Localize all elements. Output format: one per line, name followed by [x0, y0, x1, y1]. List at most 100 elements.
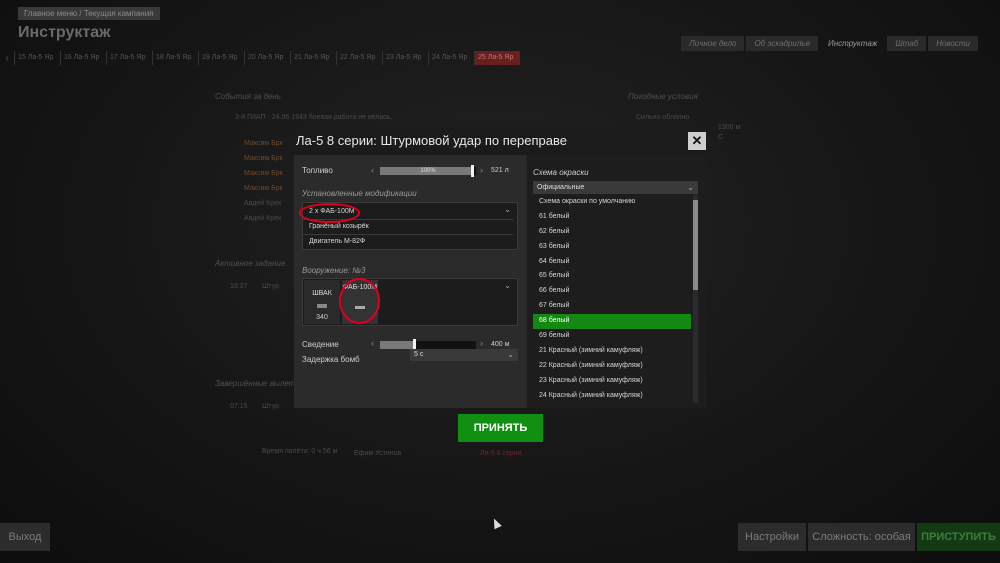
chevron-down-icon[interactable]: ⌄ [504, 281, 511, 290]
convergence-decrease-icon[interactable]: ‹ [371, 338, 374, 348]
bomb-delay-select[interactable]: 5 с ⌄ [410, 349, 518, 361]
scheme-category-value: Официальные [537, 184, 585, 191]
scheme-item[interactable]: 69 белый [533, 329, 691, 344]
mods-heading: Установленные модификации [302, 189, 417, 198]
scheme-item[interactable]: 65 белый [533, 269, 691, 284]
chevron-down-icon: ⌄ [507, 350, 514, 359]
active-task-heading: Активное задание [215, 259, 286, 268]
pilot-entry: Максим Брк [244, 155, 283, 162]
weather-value: 1300 м [718, 124, 741, 131]
tab-news[interactable]: Новости [928, 36, 978, 51]
mod-item[interactable]: Двигатель М-82Ф [309, 238, 365, 245]
timeline-item[interactable]: 15 Ла-5 Яр [14, 51, 60, 65]
highlight-circle [299, 203, 360, 223]
convergence-value: 400 м [491, 341, 510, 348]
timeline-item[interactable]: 24 Ла-5 Яр [428, 51, 474, 65]
armament-heading: Вооружение: №3 [302, 266, 366, 275]
loadout-pane: Топливо ‹ 100% › 521 л Установленные мод… [294, 155, 526, 408]
weather-text: Сильно облачно [636, 114, 690, 121]
timeline-item[interactable]: 22 Ла-5 Яр [336, 51, 382, 65]
page-title: Инструктаж [18, 24, 111, 41]
scheme-item[interactable]: 66 белый [533, 284, 691, 299]
fuel-slider-handle[interactable] [471, 165, 475, 177]
convergence-slider-fill [380, 341, 415, 349]
active-task-text: Штур [262, 283, 280, 290]
tab-squadron[interactable]: Об эскадрилье [746, 36, 819, 51]
timeline-item[interactable]: 19 Ла-5 Яр [198, 51, 244, 65]
scheme-item[interactable]: 23 Красный (зимний камуфляж) [533, 374, 691, 389]
pilot-entry: Авдей Крек [244, 215, 282, 222]
scheme-item[interactable]: 22 Красный (зимний камуфляж) [533, 359, 691, 374]
cannon-icon [317, 304, 327, 308]
timeline-item[interactable]: 20 Ла-5 Яр [244, 51, 290, 65]
scrollbar-thumb[interactable] [693, 200, 698, 290]
mod-item[interactable]: Гранёный козырёк [309, 223, 369, 230]
fuel-value: 521 л [491, 167, 509, 174]
start-button[interactable]: ПРИСТУПИТЬ [917, 523, 1000, 551]
scheme-item[interactable]: 68 белый [533, 314, 691, 330]
weather-heading: Погодные условия [628, 92, 698, 101]
pilot-entry: Максим Брк [244, 140, 283, 147]
completed-text: Штур [262, 403, 280, 410]
tab-briefing[interactable]: Инструктаж [820, 36, 885, 51]
weapon-slot[interactable]: ШВАК 340 [304, 280, 340, 324]
chevron-down-icon: ⌄ [687, 183, 694, 192]
active-task-time: 18:27 [230, 283, 248, 290]
event-text: 3-й ГИАП - 24.06.1943 боевая работа не в… [235, 114, 393, 121]
timeline-item[interactable]: 16 Ла-5 Яр [60, 51, 106, 65]
convergence-increase-icon[interactable]: › [480, 338, 483, 348]
difficulty-button[interactable]: Сложность: особая [808, 523, 915, 551]
scheme-heading: Схема окраски [533, 168, 589, 177]
highlight-circle [339, 278, 380, 324]
scheme-item[interactable]: 67 белый [533, 299, 691, 314]
timeline-item[interactable]: 23 Ла-5 Яр [382, 51, 428, 65]
scheme-item[interactable]: Схема окраски по умолчанию [533, 195, 691, 210]
convergence-slider[interactable] [380, 339, 476, 351]
exit-button[interactable]: Выход [0, 523, 50, 551]
tab-personal[interactable]: Личное дело [681, 36, 745, 51]
scheme-item[interactable]: 24 Красный (зимний камуфляж) [533, 389, 691, 403]
bomb-delay-value: 5 с [414, 351, 424, 358]
timeline-item-current[interactable]: 25 Ла-5 Яр [474, 51, 520, 65]
mission-timeline: ‹ 15 Ла-5 Яр 16 Ла-5 Яр 17 Ла-5 Яр 18 Ла… [0, 50, 1000, 66]
tab-hq[interactable]: Штаб [887, 36, 927, 51]
modal-header: Ла-5 8 серии: Штурмовой удар по переправ… [294, 127, 706, 155]
modal-title: Ла-5 8 серии: Штурмовой удар по переправ… [296, 133, 567, 148]
pilot-entry: Максим Брк [244, 170, 283, 177]
events-heading: События за день [215, 92, 282, 101]
pilot-entry: Авдей Крек [244, 200, 282, 207]
scheme-scrollbar[interactable] [693, 195, 698, 403]
weather-value: С [718, 134, 724, 141]
breadcrumb[interactable]: Главное меню / Текущая кампания [18, 7, 160, 20]
scheme-item[interactable]: 62 белый [533, 225, 691, 240]
fuel-percent: 100% [420, 168, 436, 174]
scheme-item[interactable]: 61 белый [533, 210, 691, 225]
fuel-decrease-icon[interactable]: ‹ [371, 165, 374, 175]
convergence-label: Сведение [302, 340, 339, 349]
fuel-slider[interactable]: 100% [380, 165, 476, 177]
close-icon[interactable]: ✕ [688, 132, 706, 150]
timeline-item[interactable]: 18 Ла-5 Яр [152, 51, 198, 65]
completed-heading: Завершённые вылеты [215, 379, 302, 388]
pilot-entry: Максим Брк [244, 185, 283, 192]
scheme-category-select[interactable]: Официальные ⌄ [533, 181, 698, 194]
flight-time: Время полёта: 0 ч 56 м [262, 448, 338, 455]
scheme-item[interactable]: 21 Красный (зимний камуфляж) [533, 344, 691, 359]
fuel-increase-icon[interactable]: › [480, 165, 483, 175]
scheme-item[interactable]: 63 белый [533, 240, 691, 255]
weapon-count: 340 [316, 314, 328, 321]
weapon-name: ШВАК [312, 290, 332, 297]
divider [303, 234, 513, 235]
paint-scheme-pane: Схема окраски Официальные ⌄ Схема окраск… [527, 155, 706, 408]
scheme-item[interactable]: 64 белый [533, 255, 691, 270]
settings-button[interactable]: Настройки [738, 523, 806, 551]
timeline-prev-icon[interactable]: ‹ [0, 53, 14, 64]
scheme-list: Схема окраски по умолчанию 61 белый 62 бел… [533, 195, 691, 403]
timeline-item[interactable]: 17 Ла-5 Яр [106, 51, 152, 65]
chevron-down-icon[interactable]: ⌄ [504, 205, 511, 214]
accept-button[interactable]: ПРИНЯТЬ [458, 414, 543, 442]
bomb-delay-label: Задержка бомб [302, 355, 360, 364]
armament-slots: ШВАК 340 ФАБ-100М ⌄ [302, 278, 518, 326]
timeline-item[interactable]: 21 Ла-5 Яр [290, 51, 336, 65]
plane-name: Ла-5 8 серии [480, 450, 522, 457]
